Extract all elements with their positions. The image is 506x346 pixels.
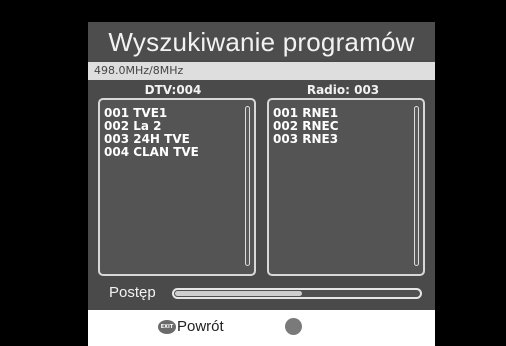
progress-label: Postęp [109,284,156,301]
back-label[interactable]: Powrót [177,318,224,336]
radio-header: Radio: 003 [306,83,380,97]
channel-search-panel: Wyszukiwanie programów 498.0MHz/8MHz DTV… [88,22,435,346]
exit-button-icon[interactable]: EXIT [158,320,176,334]
dtv-scrollbar[interactable] [245,106,250,266]
footer-bar: EXIT Powrót [88,310,435,346]
dtv-header: DTV:004 [144,83,202,97]
radio-channel-list[interactable]: 001 RNE1 002 RNEC 003 RNE3 [267,98,425,276]
progress-fill [175,291,302,296]
dtv-items: 001 TVE1 002 La 2 003 24H TVE 004 CLAN TVE [104,107,199,159]
radio-items: 001 RNE1 002 RNEC 003 RNE3 [273,107,339,146]
radio-scrollbar[interactable] [414,106,419,266]
page-title: Wyszukiwanie programów [88,22,435,60]
grey-button-icon[interactable] [285,318,302,335]
list-item[interactable]: 004 CLAN TVE [104,146,199,159]
dtv-channel-list[interactable]: 001 TVE1 002 La 2 003 24H TVE 004 CLAN TVE [98,98,256,276]
frequency-readout: 498.0MHz/8MHz [88,62,435,80]
list-item[interactable]: 003 RNE3 [273,133,339,146]
progress-bar [172,288,422,299]
